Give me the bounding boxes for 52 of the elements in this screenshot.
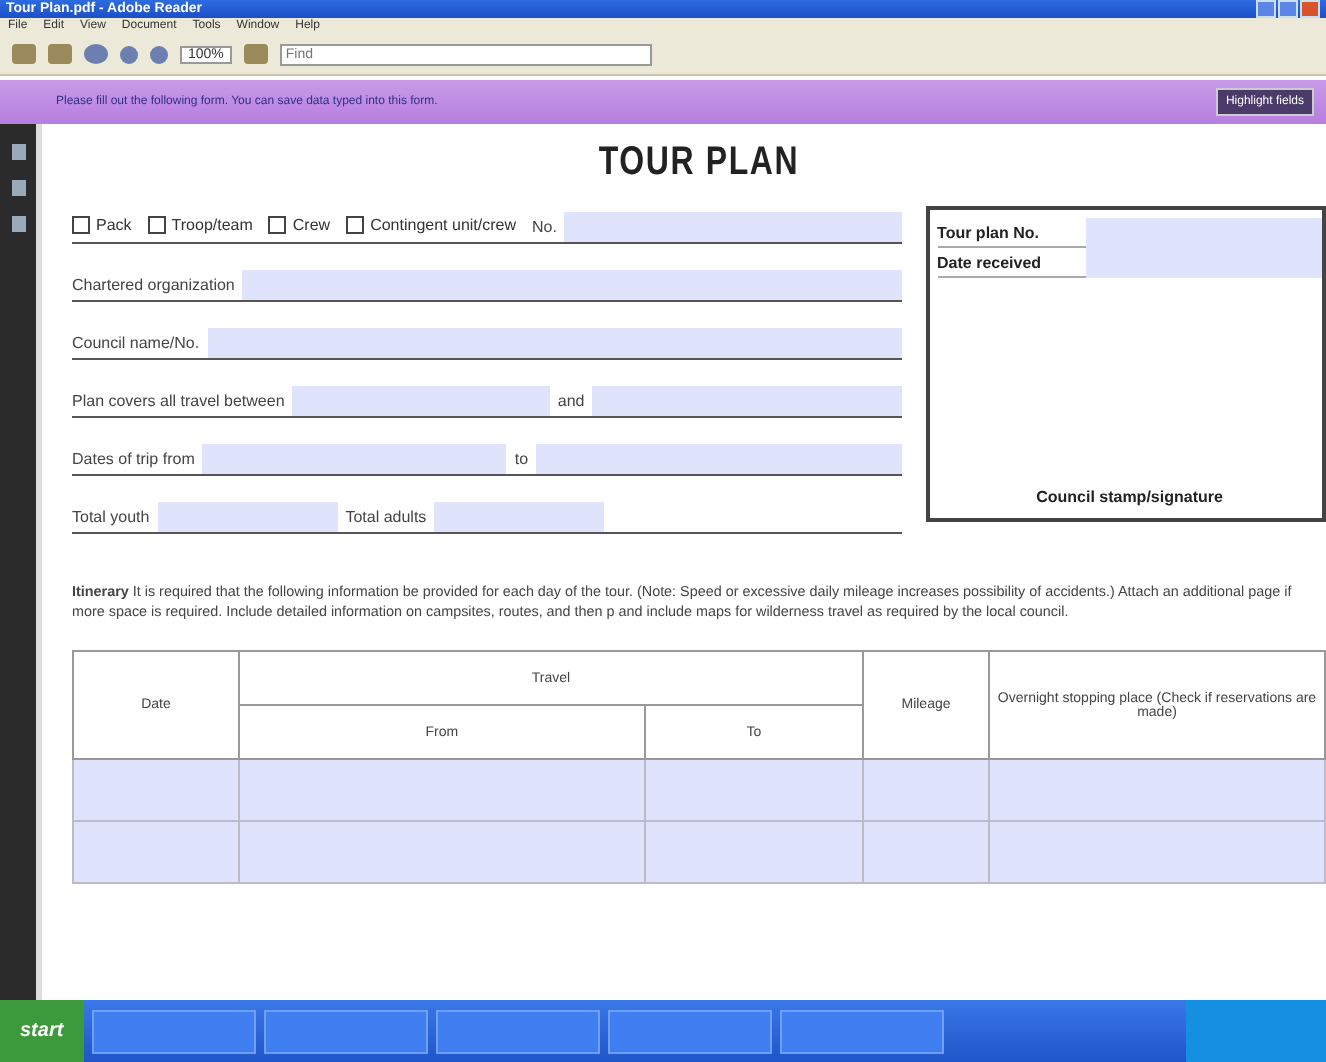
field-label: Total youth [72, 506, 150, 530]
field-label: to [514, 448, 529, 472]
table-input-cell[interactable] [73, 759, 239, 821]
checkbox-label: Contingent unit/crew [370, 215, 517, 233]
input-field[interactable] [1085, 247, 1322, 277]
taskbar-window-button[interactable] [435, 1009, 600, 1053]
field-label: No. [532, 216, 557, 240]
input-field[interactable] [292, 386, 550, 416]
table-input-cell[interactable] [863, 821, 989, 883]
field-label: Plan covers all travel between [72, 390, 285, 414]
input-field[interactable] [207, 328, 902, 358]
table-input-cell[interactable] [73, 821, 239, 883]
table-input-cell[interactable] [989, 821, 1325, 883]
field-label: Council name/No. [72, 332, 200, 356]
table-input-cell[interactable] [644, 821, 863, 883]
input-field[interactable] [242, 270, 902, 300]
checkbox-label: Crew [292, 215, 331, 233]
form-title: TOUR PLAN [596, 140, 802, 186]
field-label: Total adults [345, 506, 427, 530]
field-label: Chartered organization [72, 274, 235, 298]
input-field[interactable] [536, 444, 902, 474]
field-label: Tour plan No. [937, 223, 1041, 241]
field-label: and [557, 390, 585, 414]
close-button[interactable] [1300, 0, 1320, 18]
checkbox[interactable] [268, 215, 287, 233]
field-label: Date received [937, 253, 1044, 271]
taskbar-window-button[interactable] [779, 1009, 944, 1053]
checkbox-label: Pack [96, 215, 132, 233]
input-field[interactable] [564, 212, 902, 242]
taskbar-window-button[interactable] [263, 1009, 428, 1053]
system-tray [1186, 1000, 1326, 1062]
table-input-cell[interactable] [239, 821, 645, 883]
checkbox[interactable] [346, 215, 365, 233]
input-field[interactable] [157, 502, 338, 532]
table-input-cell[interactable] [644, 759, 863, 821]
table-input-cell[interactable] [989, 759, 1325, 821]
checkbox[interactable] [72, 215, 90, 233]
checkbox-label: Troop/team [171, 215, 253, 233]
taskbar-window-button[interactable] [607, 1009, 772, 1053]
input-field[interactable] [434, 502, 605, 532]
table-input-cell[interactable] [863, 759, 989, 821]
input-field[interactable] [592, 386, 902, 416]
input-field[interactable] [202, 444, 507, 474]
taskbar-window-button[interactable] [91, 1009, 256, 1053]
stamp-label: Council stamp/signature [1034, 488, 1225, 510]
start-button[interactable]: start [0, 1000, 84, 1062]
maximize-button[interactable] [1278, 0, 1298, 18]
input-field[interactable] [1085, 217, 1322, 247]
checkbox[interactable] [147, 215, 166, 233]
table-input-cell[interactable] [239, 759, 645, 821]
minimize-button[interactable] [1256, 0, 1276, 18]
field-label: Dates of trip from [72, 448, 195, 472]
